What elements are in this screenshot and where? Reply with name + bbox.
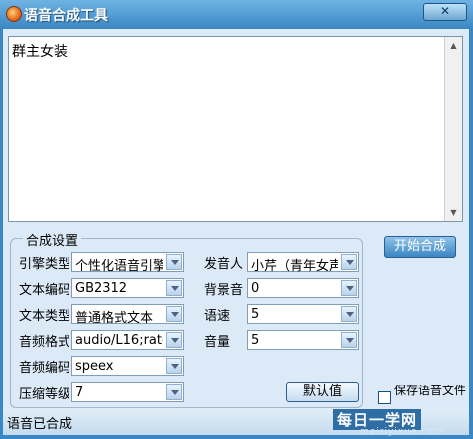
engine-type-value: 个性化语音引擎 [75, 259, 163, 274]
status-text: 语音已合成 [7, 417, 73, 432]
background-value: 0 [251, 281, 260, 296]
volume-value: 5 [251, 333, 260, 348]
save-audio-checkbox[interactable] [378, 391, 391, 404]
text-type-select[interactable]: 普通格式文本 [71, 304, 184, 326]
audio-codec-value: speex [75, 359, 114, 374]
compress-level-label: 压缩等级 [19, 387, 69, 401]
background-select[interactable]: 0 [247, 278, 359, 298]
audio-format-label: 音频格式 [19, 335, 69, 349]
engine-type-label: 引擎类型 [19, 257, 69, 271]
vertical-scrollbar[interactable]: ▲ ▼ [444, 37, 462, 221]
speed-value: 5 [251, 307, 260, 322]
dropdown-arrow-icon[interactable] [341, 280, 357, 296]
close-button[interactable]: ✕ [423, 3, 467, 21]
audio-codec-label: 音频编码 [19, 361, 69, 375]
voice-select[interactable]: 小芹（青年女声） [247, 252, 359, 274]
app-window: 语音合成工具 ✕ 群主女装 ▲ ▼ 开始合成 合成设置 引擎类型 个性化语音引擎… [0, 0, 473, 439]
background-label: 背景音 [204, 283, 244, 297]
volume-label: 音量 [204, 335, 231, 349]
scroll-up-icon[interactable]: ▲ [446, 38, 461, 53]
text-type-label: 文本类型 [19, 309, 69, 323]
audio-format-select[interactable]: audio/L16;rate=16000 [71, 330, 184, 350]
app-icon [6, 6, 22, 22]
text-type-value: 普通格式文本 [75, 311, 154, 326]
compress-level-select[interactable]: 7 [71, 382, 184, 402]
voice-value: 小芹（青年女声） [251, 259, 338, 274]
dropdown-arrow-icon[interactable] [166, 358, 182, 374]
text-encoding-select[interactable]: GB2312 [71, 278, 184, 298]
watermark-url: meiriyixue.com [360, 427, 444, 437]
dropdown-arrow-icon[interactable] [341, 306, 357, 322]
dropdown-arrow-icon[interactable] [166, 332, 182, 348]
volume-select[interactable]: 5 [247, 330, 359, 350]
title-bar: 语音合成工具 ✕ [0, 0, 473, 29]
audio-format-value: audio/L16;rate=16000 [75, 333, 163, 348]
text-encoding-value: GB2312 [75, 281, 128, 296]
scroll-down-icon[interactable]: ▼ [446, 205, 461, 220]
group-title: 合成设置 [23, 230, 82, 249]
save-audio-label: 保存语音文件 [394, 385, 467, 397]
text-encoding-label: 文本编码 [19, 283, 69, 297]
window-title: 语音合成工具 [24, 8, 108, 24]
client-area: 群主女装 ▲ ▼ 开始合成 合成设置 引擎类型 个性化语音引擎 文本编码 GB2… [3, 29, 469, 409]
dropdown-arrow-icon[interactable] [166, 254, 182, 270]
engine-type-select[interactable]: 个性化语音引擎 [71, 252, 184, 274]
dropdown-arrow-icon[interactable] [166, 384, 182, 400]
dropdown-arrow-icon[interactable] [166, 306, 182, 322]
speed-select[interactable]: 5 [247, 304, 359, 324]
synthesis-settings-group: 合成设置 引擎类型 个性化语音引擎 文本编码 GB2312 文本类型 普通格式文… [10, 230, 363, 408]
text-input-area[interactable]: 群主女装 ▲ ▼ [8, 36, 463, 222]
default-values-button[interactable]: 默认值 [286, 382, 359, 402]
dropdown-arrow-icon[interactable] [166, 280, 182, 296]
dropdown-arrow-icon[interactable] [341, 332, 357, 348]
start-synthesis-button[interactable]: 开始合成 [384, 236, 456, 258]
speed-label: 语速 [204, 309, 231, 323]
voice-label: 发音人 [204, 257, 244, 271]
dropdown-arrow-icon[interactable] [341, 254, 357, 270]
close-icon: ✕ [439, 4, 451, 18]
audio-codec-select[interactable]: speex [71, 356, 184, 376]
input-text[interactable]: 群主女装 [12, 41, 68, 61]
compress-level-value: 7 [75, 385, 84, 400]
